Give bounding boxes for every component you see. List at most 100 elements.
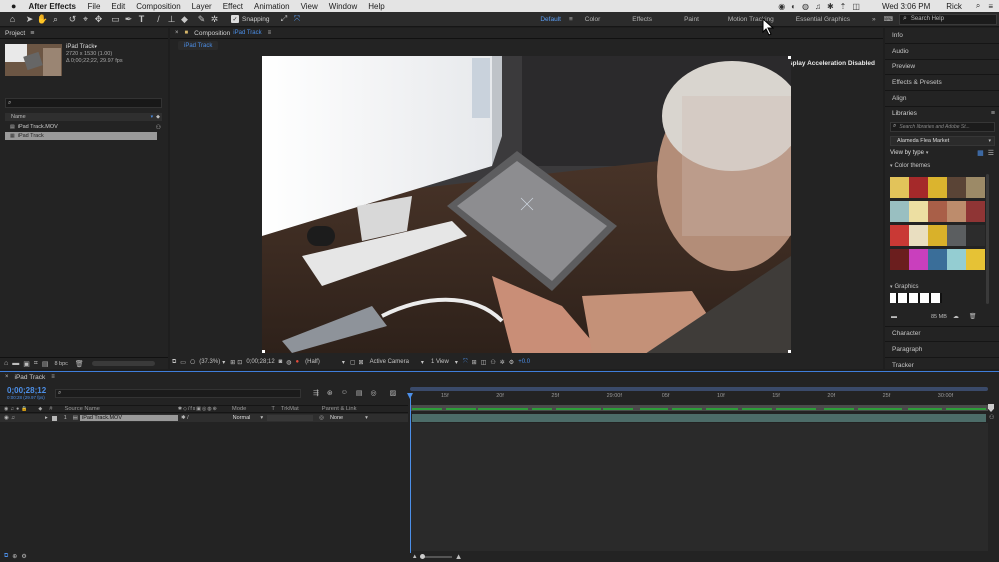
rotate-tool-icon[interactable]: ↺ [66,13,79,26]
transfer-controls-icon[interactable]: ⊕ [12,553,17,560]
composition-tab-label[interactable]: Composition [194,30,230,37]
zoom-level[interactable]: (37.3%) [199,359,220,365]
settings-icon[interactable]: ⚙ [509,359,514,366]
color-swatch[interactable] [909,225,928,246]
flowchart-icon[interactable]: ✲ [500,359,505,366]
workspace-color[interactable]: Color [585,16,601,23]
libraries-search-field[interactable]: ⌕ Search libraries and Adobe St... [890,121,995,132]
user-name[interactable]: Rick [938,2,970,11]
comp-flowchart-icon[interactable]: ⇶ [313,389,319,397]
safe-margins-icon[interactable]: ⊞ [230,359,235,366]
graphic-thumbnail[interactable] [890,293,942,303]
libraries-title[interactable]: Libraries [892,110,917,117]
chevron-down-icon[interactable]: ▾ [222,359,225,366]
workspace-effects[interactable]: Effects [632,16,652,23]
color-swatch[interactable] [909,249,928,270]
apple-icon[interactable]: ● [0,1,24,11]
layers-icon[interactable]: ▤ [42,360,49,368]
always-preview-icon[interactable]: ⧉ [172,359,176,366]
color-swatch[interactable] [947,201,966,222]
effects-presets-panel-tab[interactable]: Effects & Presets [885,75,999,92]
hide-shy-layers-icon[interactable]: ☺ [341,389,348,397]
column-source-name[interactable]: Source Name [64,406,99,412]
puppet-tool-icon[interactable]: ✲ [208,13,221,26]
color-swatch[interactable] [966,249,985,270]
menu-layer[interactable]: Layer [186,2,217,11]
color-swatch[interactable] [928,225,947,246]
project-search-field[interactable]: ⌕ [5,98,162,108]
menu-composition[interactable]: Composition [131,2,186,11]
time-navigator-bar[interactable] [410,387,988,391]
search-icon[interactable]: ⌕ [970,1,986,11]
layer-row[interactable]: ◉ ♫ ▸ 1 ▤ iPad Track.MOV ✱ / Normal ▾ ◎ … [0,414,408,422]
panel-menu-icon[interactable]: ≡ [268,30,272,36]
handle-bottom-left[interactable] [262,350,265,353]
handle-top-right[interactable] [788,56,791,59]
menu-help[interactable]: Help [363,2,390,11]
paragraph-panel-tab[interactable]: Paragraph [885,342,999,358]
help-search-box[interactable]: ⌕ Search Help [899,13,997,25]
new-folder-icon[interactable]: ▬ [12,360,19,367]
camera-select[interactable]: Active Camera [370,359,409,365]
show-channel-icon[interactable]: ◍ [286,359,291,366]
chevron-down-icon[interactable]: ▾ [421,359,424,366]
draft-3d-icon[interactable]: ⊛ [327,389,333,397]
cloud-icon[interactable]: ☁ [953,313,959,320]
more-workspaces-icon[interactable]: » [872,16,876,23]
color-swatch[interactable] [947,177,966,198]
character-panel-tab[interactable]: Character [885,326,999,342]
menu-animation[interactable]: Animation [249,2,296,11]
draft-3d-icon[interactable]: ⊞ [472,359,477,366]
label-color-swatch[interactable] [51,415,57,421]
workspace-default[interactable]: Default [540,16,561,23]
slider-thumb[interactable] [419,553,425,559]
type-tool-icon[interactable]: T [135,13,148,26]
layer-mode[interactable]: Normal [233,415,251,421]
chevron-down-icon[interactable]: ▾ [260,415,263,421]
sort-chevron-icon[interactable]: ▾ [151,114,154,120]
pan-behind-tool-icon[interactable]: ✥ [92,13,105,26]
workspace-menu-icon[interactable]: ≡ [569,16,573,23]
camera-tool-icon[interactable]: ⌖ [79,13,92,26]
folder-icon[interactable]: ▬ [891,314,897,320]
selection-tool-icon[interactable]: ➤ [23,13,36,26]
menu-file[interactable]: File [82,2,106,11]
label-column-icon[interactable]: ◆ [38,406,42,412]
column-number[interactable]: # [49,406,52,412]
workspace-paint[interactable]: Paint [684,16,699,23]
composition-subtab[interactable]: iPad Track [178,41,219,50]
transparency-grid-icon[interactable]: ⊠ [359,359,364,366]
list-view-icon[interactable]: ☰ [988,149,994,157]
audio-icon[interactable]: ♫ [11,415,15,421]
project-panel-title[interactable]: Project [5,30,25,37]
visibility-eye-icon[interactable]: ◉ [4,415,9,421]
label-column-icon[interactable]: ◆ [156,114,160,120]
timeline-right-icon[interactable]: ⚇ [989,414,994,421]
lock-icon[interactable]: ■ [185,30,189,36]
in-out-toggle-icon[interactable]: ⚙ [21,553,26,560]
menu-view[interactable]: View [295,2,323,11]
timeline-tab[interactable]: iPad Track [15,374,46,381]
views-select[interactable]: 1 View [431,359,449,365]
color-swatch[interactable] [890,249,909,270]
adjust-icon[interactable]: ⌗ [34,360,38,368]
color-swatch[interactable] [966,201,985,222]
panel-menu-icon[interactable]: ≡ [30,30,34,37]
snap-edges-icon[interactable]: ⤢ [277,13,290,26]
motion-blur-icon[interactable]: ◎ [371,389,377,397]
graph-editor-icon[interactable]: ▨ [390,389,397,397]
frame-blending-icon[interactable]: ▤ [356,389,363,397]
timeline-track-area[interactable] [410,423,988,551]
info-panel-tab[interactable]: Info [885,28,999,44]
app-menu[interactable]: After Effects [24,2,82,11]
region-of-interest-icon[interactable]: ▢ [350,359,356,366]
timeline-toggle-icon[interactable]: ⚇ [490,359,495,366]
align-panel-tab[interactable]: Align [885,91,999,107]
layer-duration-bar[interactable] [412,414,986,422]
preview-panel-tab[interactable]: Preview [885,60,999,76]
snapshot-icon[interactable]: ◙ [279,359,283,365]
view-by-select[interactable]: View by type [890,150,924,156]
monitor-icon[interactable]: ▭ [180,359,186,366]
layer-parent[interactable]: None [330,415,343,421]
snap-points-icon[interactable]: ⤧ [290,13,303,26]
